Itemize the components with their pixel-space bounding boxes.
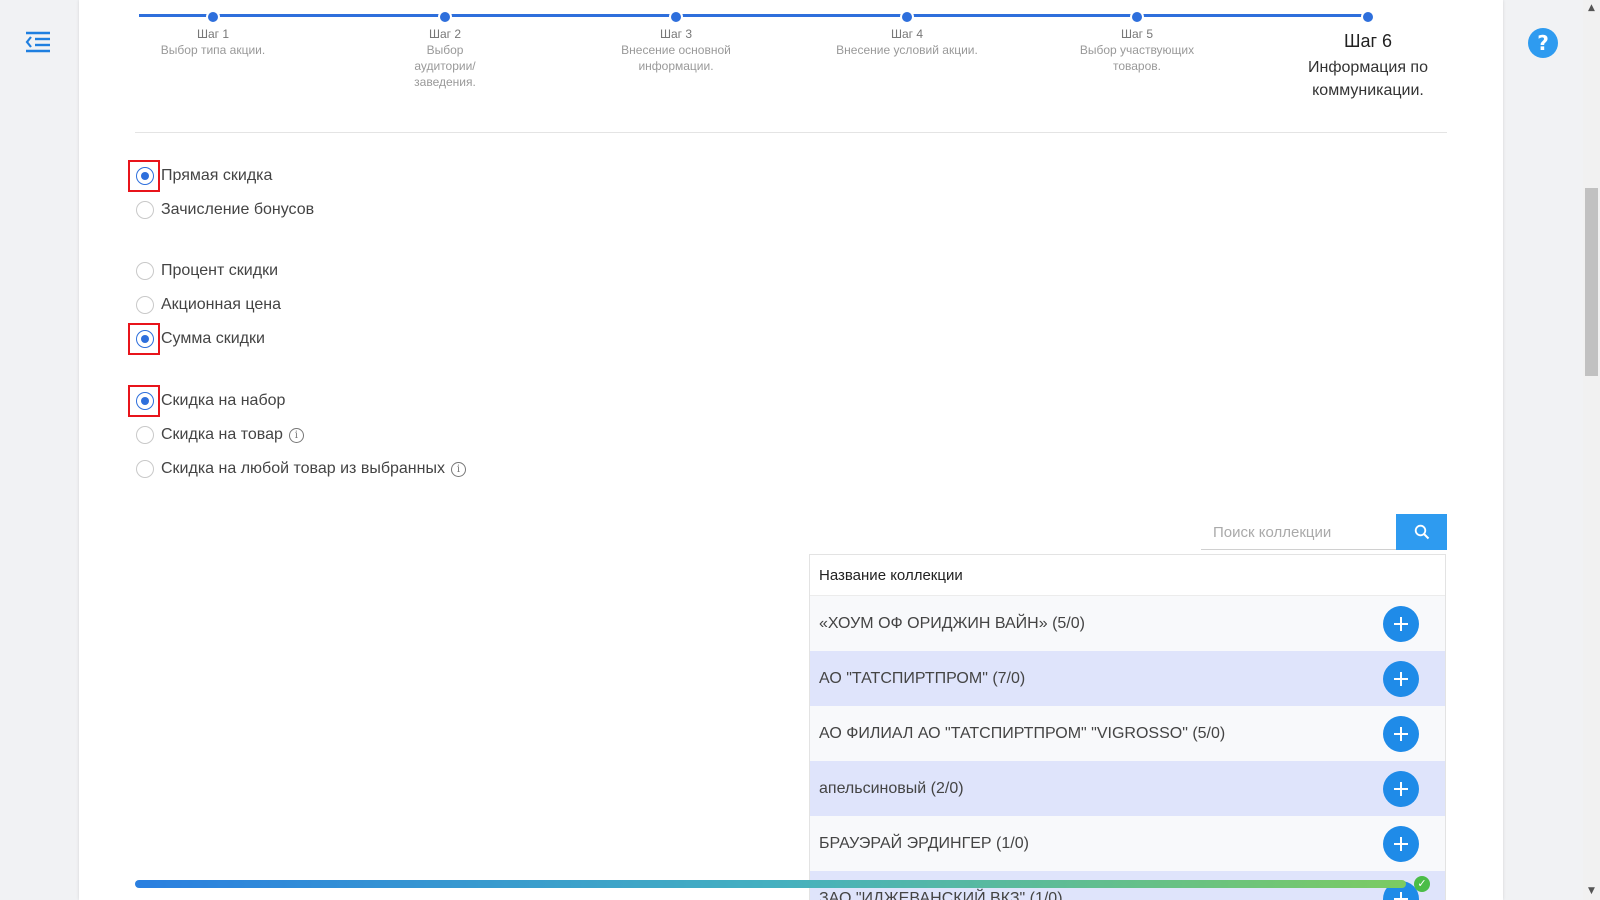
menu-toggle-icon[interactable] <box>24 30 52 54</box>
add-collection-button[interactable] <box>1383 605 1419 642</box>
collection-name: АО "ТАТСПИРТПРОМ" (7/0) <box>819 669 1026 687</box>
step-description: Информация по коммуникации. <box>1308 59 1428 99</box>
collection-search-input[interactable] <box>1201 516 1396 550</box>
step-description: Внесение условий акции. <box>836 43 978 57</box>
step-number: Шаг 1 <box>196 27 230 41</box>
radio-promo-price[interactable]: Акционная цена <box>135 292 281 318</box>
radio-set-discount[interactable]: Скидка на набор <box>128 385 286 417</box>
step-description: Выбор участвующих товаров. <box>1079 43 1195 73</box>
radio-wrapper <box>128 453 160 485</box>
radio-button[interactable] <box>135 167 154 185</box>
collection-row: АО "ТАТСПИРТПРОМ" (7/0) <box>810 651 1445 706</box>
step-dot <box>1361 10 1375 24</box>
radio-button[interactable] <box>135 426 154 444</box>
add-collection-button[interactable] <box>1383 715 1419 752</box>
add-collection-button[interactable] <box>1383 825 1419 862</box>
radio-any-selected-product-discount[interactable]: Скидка на любой товар из выбранных i <box>135 456 466 482</box>
step-dot <box>1130 10 1144 24</box>
collection-name: ЗАО "ИДЖЕВАНСКИЙ ВКЗ" (1/0) <box>819 889 1063 900</box>
step-1[interactable]: Шаг 1 Выбор типа акции. <box>138 0 288 58</box>
radio-wrapper <box>128 419 160 451</box>
info-icon[interactable]: i <box>288 427 304 443</box>
step-number: Шаг 6 <box>1343 31 1393 51</box>
step-number: Шаг 4 <box>890 27 924 41</box>
radio-direct-discount[interactable]: Прямая скидка <box>128 160 273 192</box>
step-description: Внесение основной информации. <box>621 43 731 73</box>
scroll-down-icon[interactable]: ▼ <box>1583 883 1600 900</box>
radio-highlight <box>128 385 160 417</box>
step-6[interactable]: Шаг 6 Информация по коммуникации. <box>1293 0 1443 102</box>
radio-discount-percent[interactable]: Процент скидки <box>135 258 278 284</box>
radio-product-discount[interactable]: Скидка на товар i <box>135 422 304 448</box>
collection-row: апельсиновый (2/0) <box>810 761 1445 816</box>
step-2[interactable]: Шаг 2 Выбор аудитории/заведения. <box>370 0 520 90</box>
scroll-up-icon[interactable]: ▲ <box>1583 0 1600 17</box>
radio-label: Скидка на товар <box>161 426 283 443</box>
section-divider <box>135 132 1447 133</box>
radio-button[interactable] <box>135 460 154 478</box>
step-number: Шаг 5 <box>1120 27 1154 41</box>
radio-wrapper <box>128 289 160 321</box>
step-5[interactable]: Шаг 5 Выбор участвующих товаров. <box>1062 0 1212 74</box>
radio-label: Прямая скидка <box>161 167 273 184</box>
wizard-progress-bar <box>135 880 1406 888</box>
search-button[interactable] <box>1396 514 1447 550</box>
help-icon[interactable]: ? <box>1528 28 1558 58</box>
step-description: Выбор аудитории/заведения. <box>414 43 476 89</box>
collection-name: «ХОУМ ОФ ОРИДЖИН ВАЙН» (5/0) <box>819 614 1085 632</box>
radio-label: Сумма скидки <box>161 330 265 347</box>
radio-wrapper <box>128 255 160 287</box>
collection-row: «ХОУМ ОФ ОРИДЖИН ВАЙН» (5/0) <box>810 596 1445 651</box>
add-collection-button[interactable] <box>1383 660 1419 697</box>
step-4[interactable]: Шаг 4 Внесение условий акции. <box>832 0 982 58</box>
radio-discount-amount[interactable]: Сумма скидки <box>128 323 265 355</box>
step-dot <box>206 10 220 24</box>
radio-highlight <box>128 323 160 355</box>
collection-name: апельсиновый (2/0) <box>819 779 964 797</box>
collection-row: АО ФИЛИАЛ АО "ТАТСПИРТПРОМ" "VIGROSSO" (… <box>810 706 1445 761</box>
scrollbar-thumb[interactable] <box>1585 188 1598 376</box>
collection-row: БРАУЭРАЙ ЭРДИНГЕР (1/0) <box>810 816 1445 871</box>
step-number: Шаг 3 <box>659 27 693 41</box>
step-dot <box>900 10 914 24</box>
collection-table-header: Название коллекции <box>810 555 1445 596</box>
radio-highlight <box>128 160 160 192</box>
radio-button[interactable] <box>135 296 154 314</box>
add-collection-button[interactable] <box>1383 770 1419 807</box>
step-description: Выбор типа акции. <box>160 43 266 57</box>
radio-label: Скидка на любой товар из выбранных <box>161 460 445 477</box>
radio-wrapper <box>128 194 160 226</box>
step-3[interactable]: Шаг 3 Внесение основной информации. <box>601 0 751 74</box>
step-dot <box>669 10 683 24</box>
collection-table: Название коллекции «ХОУМ ОФ ОРИДЖИН ВАЙН… <box>809 554 1446 900</box>
search-icon <box>1414 524 1429 540</box>
step-number: Шаг 2 <box>428 27 462 41</box>
collection-name: АО ФИЛИАЛ АО "ТАТСПИРТПРОМ" "VIGROSSO" (… <box>819 724 1226 742</box>
collection-name: БРАУЭРАЙ ЭРДИНГЕР (1/0) <box>819 834 1029 852</box>
radio-button[interactable] <box>135 262 154 280</box>
radio-button[interactable] <box>135 392 154 410</box>
page-scrollbar[interactable]: ▲ ▼ <box>1583 0 1600 900</box>
radio-button[interactable] <box>135 201 154 219</box>
radio-label: Зачисление бонусов <box>161 201 315 218</box>
radio-label: Процент скидки <box>161 262 278 279</box>
radio-bonus-accrual[interactable]: Зачисление бонусов <box>135 197 314 223</box>
check-icon: ✓ <box>1414 876 1430 892</box>
info-icon[interactable]: i <box>450 461 466 477</box>
radio-button[interactable] <box>135 330 154 348</box>
step-dot <box>438 10 452 24</box>
radio-label: Скидка на набор <box>161 392 286 409</box>
radio-label: Акционная цена <box>161 296 281 313</box>
